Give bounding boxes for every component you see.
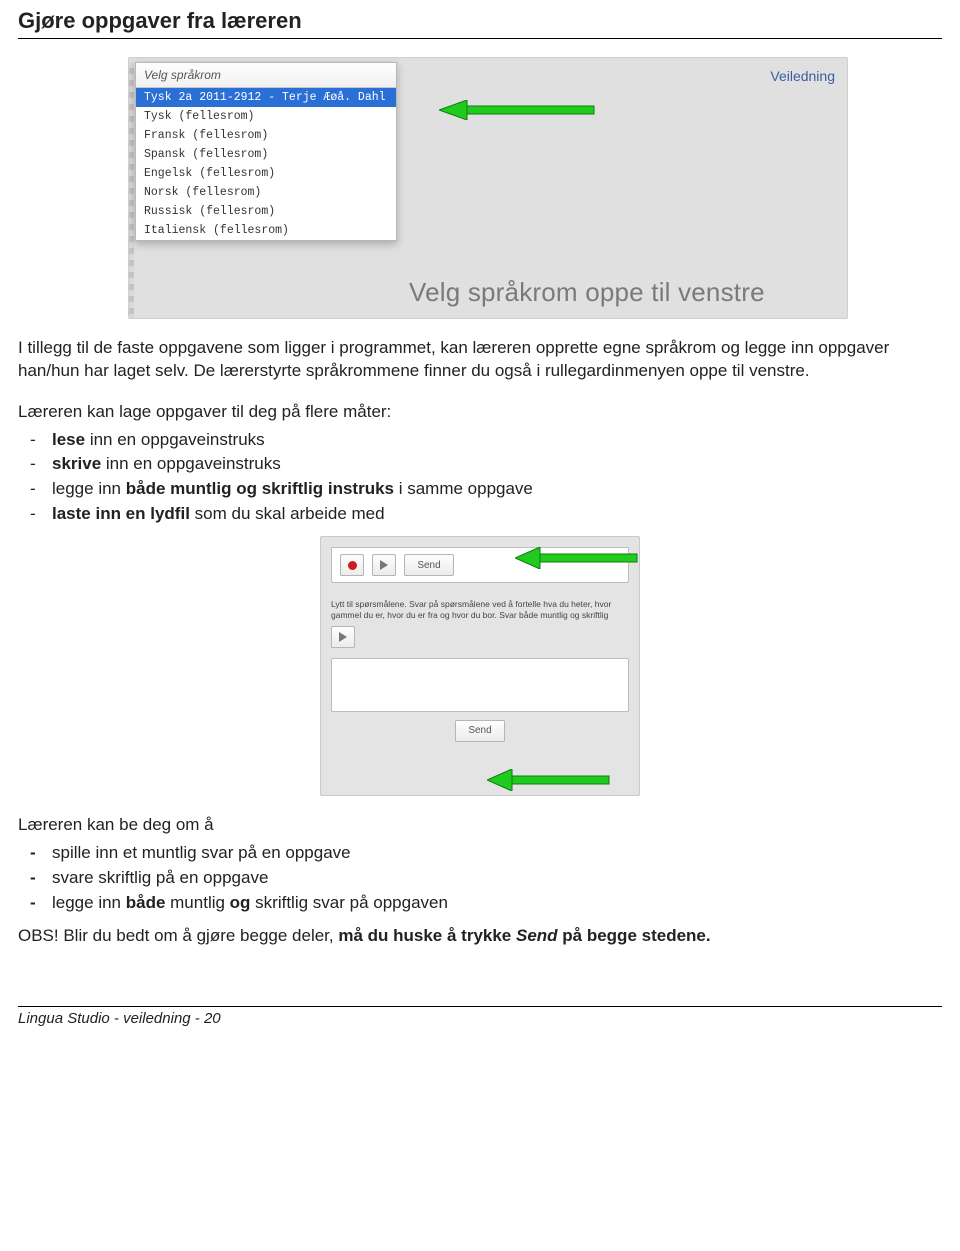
text: skriftlig svar på oppgaven [250, 893, 448, 912]
bold-text: må du huske å trykke [338, 926, 516, 945]
record-dot-icon [348, 561, 357, 570]
page-title: Gjøre oppgaver fra læreren [18, 8, 942, 34]
dropdown-item[interactable]: Tysk (fellesrom) [136, 107, 396, 126]
list-item: legge inn både muntlig og skriftlig svar… [52, 891, 942, 916]
screenshot-answer-panel: Send Lytt til spørsmålene. Svar på spørs… [320, 536, 640, 796]
list-item: lese inn en oppgaveinstruks [52, 428, 942, 453]
bold-text: lese [52, 430, 85, 449]
bold-text: både [126, 893, 166, 912]
bold-text: på begge stedene. [558, 926, 711, 945]
language-room-dropdown[interactable]: Velg språkrom Tysk 2a 2011-2912 - Terje … [135, 62, 397, 241]
written-answer-input[interactable] [331, 658, 629, 712]
text: inn en oppgaveinstruks [85, 430, 265, 449]
list-item: svare skriftlig på en oppgave [52, 866, 942, 891]
page-footer: Lingua Studio - veiledning - 20 [18, 1007, 942, 1039]
dropdown-item[interactable]: Norsk (fellesrom) [136, 183, 396, 202]
bold-text: skrive [52, 454, 101, 473]
screenshot-caption: Velg språkrom oppe til venstre [409, 277, 765, 308]
bold-text: og [230, 893, 251, 912]
record-button[interactable] [340, 554, 364, 576]
play-button[interactable] [331, 626, 355, 648]
text: muntlig [165, 893, 229, 912]
bold-text: laste inn en lydfil [52, 504, 190, 523]
obs-note: OBS! Blir du bedt om å gjøre begge deler… [18, 925, 942, 948]
title-rule [18, 38, 942, 39]
play-triangle-icon [380, 560, 388, 570]
bold-text: både muntlig og skriftlig instruks [126, 479, 394, 498]
dropdown-item[interactable]: Russisk (fellesrom) [136, 202, 396, 221]
intro-paragraph: I tillegg til de faste oppgavene som lig… [18, 337, 942, 383]
text: i samme oppgave [394, 479, 533, 498]
text: som du skal arbeide med [190, 504, 385, 523]
list-item: legge inn både muntlig og skriftlig inst… [52, 477, 942, 502]
play-triangle-icon [339, 632, 347, 642]
list-item: skrive inn en oppgaveinstruks [52, 452, 942, 477]
text: legge inn [52, 893, 126, 912]
dropdown-selected-item[interactable]: Tysk 2a 2011-2912 - Terje Æøå. Dahl [136, 88, 396, 107]
dropdown-item[interactable]: Spansk (fellesrom) [136, 145, 396, 164]
send-button[interactable]: Send [455, 720, 505, 742]
help-link[interactable]: Veiledning [770, 68, 835, 84]
scrollbar-strip [129, 62, 134, 318]
list-item: spille inn et muntlig svar på en oppgave [52, 841, 942, 866]
dropdown-item[interactable]: Fransk (fellesrom) [136, 126, 396, 145]
bold-italic-text: Send [516, 926, 558, 945]
list-item: laste inn en lydfil som du skal arbeide … [52, 502, 942, 527]
dropdown-item[interactable]: Italiensk (fellesrom) [136, 221, 396, 240]
green-arrow-icon [487, 769, 617, 791]
dropdown-header: Velg språkrom [136, 63, 396, 88]
task-instruction-text: Lytt til spørsmålene. Svar på spørsmålen… [331, 599, 629, 619]
teacher-asks-list: spille inn et muntlig svar på en oppgave… [18, 841, 942, 915]
teacher-can-list: lese inn en oppgaveinstruks skrive inn e… [18, 428, 942, 527]
text: OBS! Blir du bedt om å gjøre begge deler… [18, 926, 338, 945]
dropdown-item[interactable]: Engelsk (fellesrom) [136, 164, 396, 183]
list2-intro: Læreren kan be deg om å [18, 814, 942, 837]
text: legge inn [52, 479, 126, 498]
recording-toolbar: Send [331, 547, 629, 583]
send-button[interactable]: Send [404, 554, 454, 576]
green-arrow-icon [439, 100, 599, 120]
play-button[interactable] [372, 554, 396, 576]
text: inn en oppgaveinstruks [101, 454, 281, 473]
screenshot-dropdown: Velg språkrom Tysk 2a 2011-2912 - Terje … [128, 57, 848, 319]
list1-intro: Læreren kan lage oppgaver til deg på fle… [18, 401, 942, 424]
